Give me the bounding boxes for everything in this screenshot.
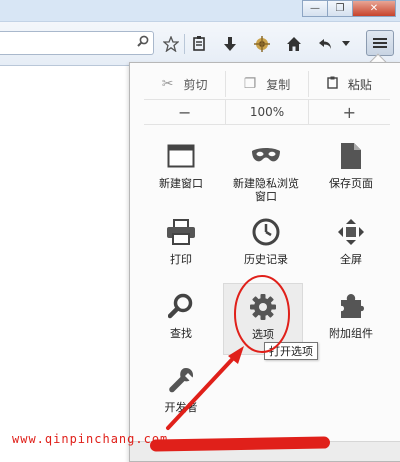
annotation-circle: [234, 275, 290, 353]
watermark-text: www.qinpinchang.com: [12, 432, 169, 446]
annotation-overlay: [166, 275, 290, 430]
annotation-arrow-shaft: [166, 350, 241, 430]
